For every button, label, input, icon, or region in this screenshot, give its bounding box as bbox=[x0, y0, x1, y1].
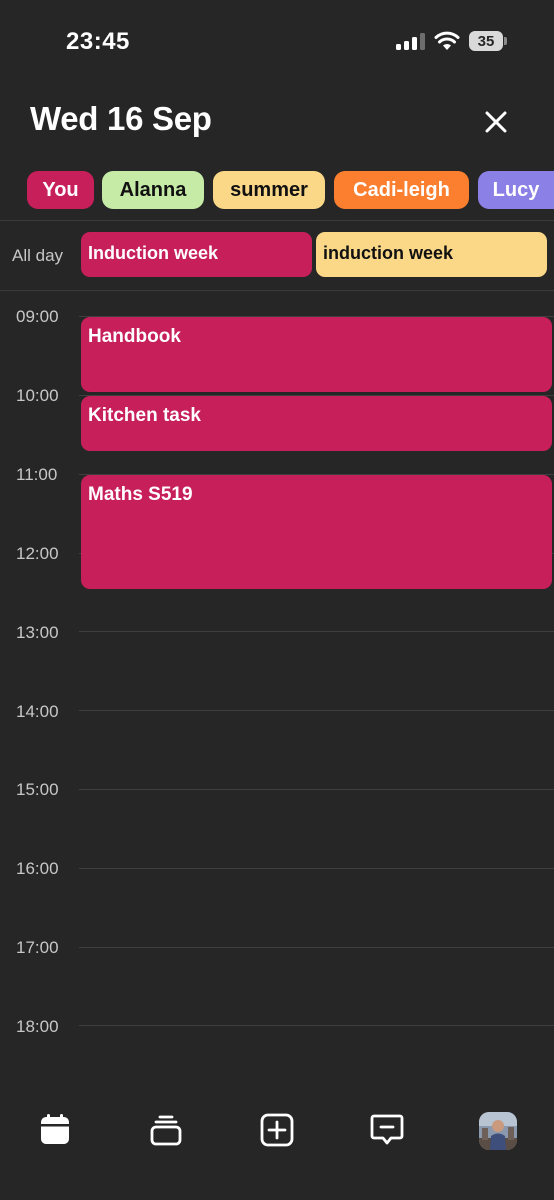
people-filter: You Alanna summer Cadi-leigh Lucy bbox=[27, 171, 554, 211]
person-chip[interactable]: Alanna bbox=[102, 171, 204, 209]
person-chip-label: Alanna bbox=[119, 178, 187, 201]
hour-label: 15:00 bbox=[16, 780, 59, 799]
calendar-event[interactable]: Kitchen task bbox=[81, 396, 552, 451]
divider bbox=[0, 290, 554, 291]
hour-label: 13:00 bbox=[16, 623, 59, 642]
wifi-icon bbox=[434, 31, 460, 50]
hour-line bbox=[79, 789, 554, 790]
event-title: Kitchen task bbox=[88, 405, 201, 426]
avatar[interactable] bbox=[479, 1112, 517, 1150]
person-chip-label: summer bbox=[230, 178, 308, 201]
all-day-event[interactable]: Induction week bbox=[81, 232, 312, 277]
battery-icon: 35 bbox=[469, 31, 503, 51]
status-time: 23:45 bbox=[66, 28, 130, 55]
hour-label: 09:00 bbox=[16, 307, 59, 326]
event-title: Handbook bbox=[88, 326, 181, 347]
battery-tip bbox=[504, 37, 507, 45]
profile-photo bbox=[479, 1112, 517, 1150]
hour-line bbox=[79, 631, 554, 632]
person-chip[interactable]: You bbox=[27, 171, 94, 209]
page-title: Wed 16 Sep bbox=[30, 100, 212, 137]
hour-label: 17:00 bbox=[16, 938, 59, 957]
close-icon[interactable] bbox=[480, 106, 512, 138]
hour-label: 18:00 bbox=[16, 1017, 59, 1036]
hour-line bbox=[79, 868, 554, 869]
add-icon[interactable] bbox=[259, 1112, 295, 1148]
hour-label: 12:00 bbox=[16, 544, 59, 563]
person-chip-label: Cadi-leigh bbox=[353, 178, 450, 201]
divider bbox=[0, 220, 554, 221]
message-icon[interactable] bbox=[369, 1112, 405, 1148]
calendar-event[interactable]: Handbook bbox=[81, 317, 552, 392]
stack-icon[interactable] bbox=[148, 1112, 184, 1148]
hour-label: 14:00 bbox=[16, 702, 59, 721]
person-chip[interactable]: Lucy bbox=[478, 171, 554, 209]
person-chip-label: You bbox=[42, 178, 79, 201]
person-chip[interactable]: summer bbox=[213, 171, 325, 209]
all-day-event[interactable]: induction week bbox=[316, 232, 547, 277]
hour-line bbox=[79, 710, 554, 711]
cellular-signal-icon bbox=[396, 33, 426, 50]
event-title: induction week bbox=[323, 243, 454, 263]
event-title: Induction week bbox=[88, 243, 219, 263]
hour-label: 11:00 bbox=[16, 465, 58, 484]
person-chip[interactable]: Cadi-leigh bbox=[334, 171, 469, 209]
calendar-event[interactable]: Maths S519 bbox=[81, 475, 552, 589]
event-title: Maths S519 bbox=[88, 484, 193, 505]
hour-line bbox=[79, 947, 554, 948]
calendar-icon[interactable] bbox=[37, 1112, 73, 1148]
hour-label: 16:00 bbox=[16, 859, 59, 878]
hour-line bbox=[79, 1025, 554, 1026]
battery-level: 35 bbox=[477, 32, 495, 50]
person-chip-label: Lucy bbox=[492, 178, 540, 201]
all-day-label: All day bbox=[12, 246, 64, 265]
hour-label: 10:00 bbox=[16, 386, 59, 405]
